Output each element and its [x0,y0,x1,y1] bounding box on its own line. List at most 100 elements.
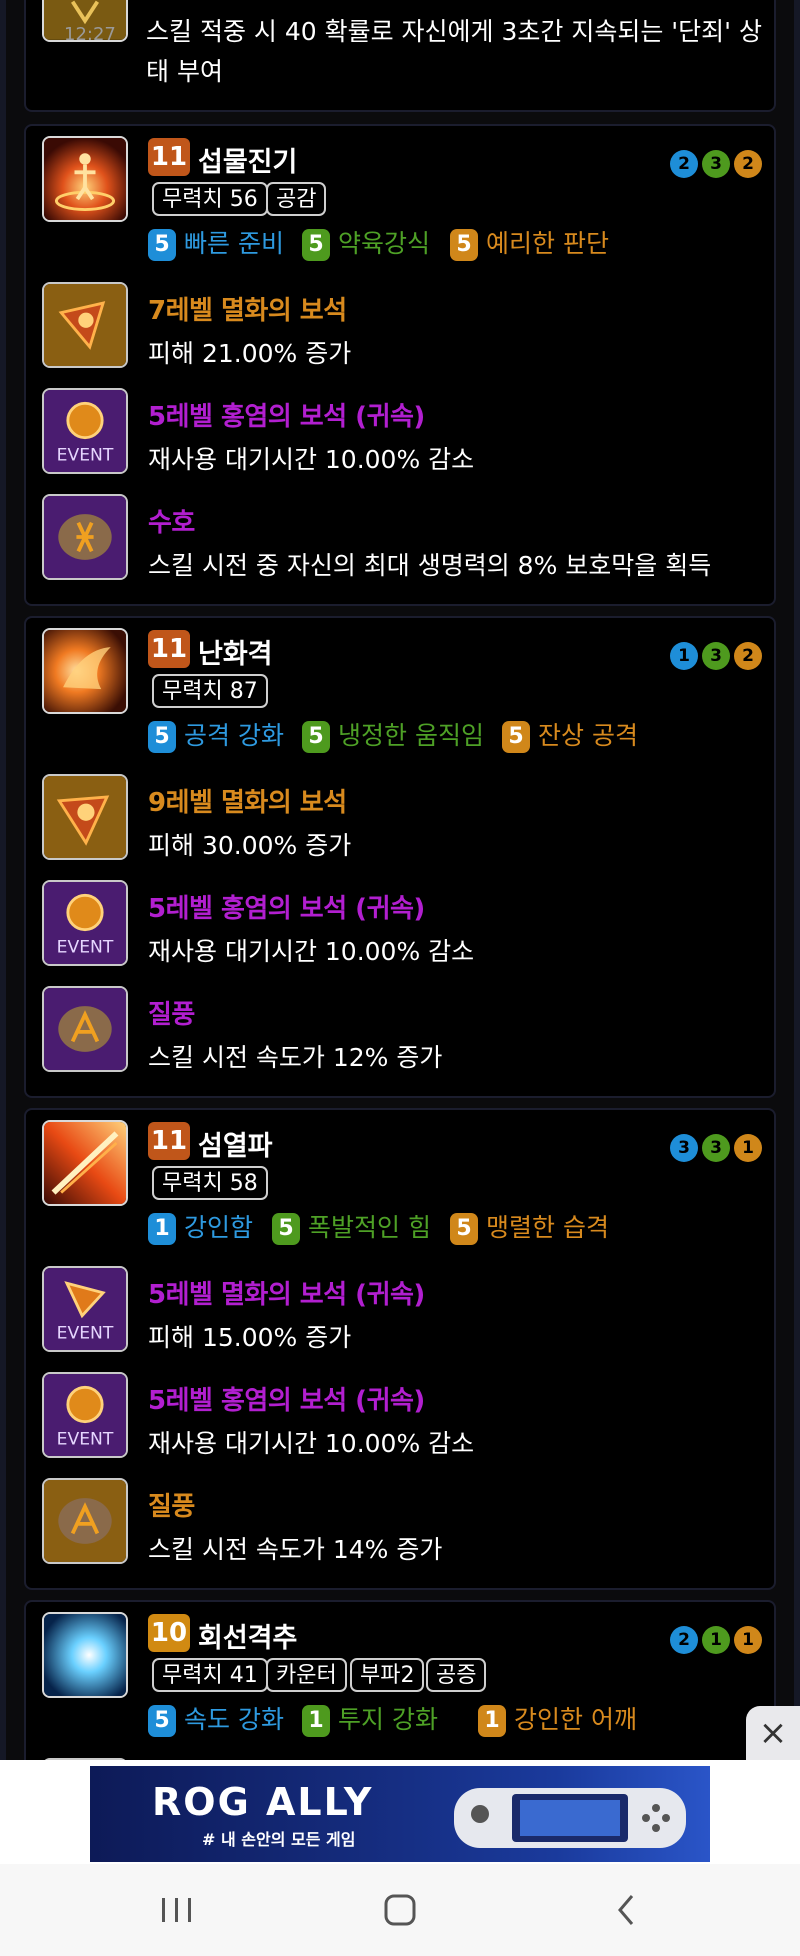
tripod-label: 잔상 공격 [538,721,638,750]
skill-name: 회선격추 [198,1623,298,1654]
tripod-label: 투지 강화 [338,1705,438,1734]
tripod-dot-3: 2 [734,642,762,670]
tripod-label: 냉정한 움직임 [338,721,484,750]
gem-title: 5레벨 홍염의 보석 (귀속) [148,1386,425,1416]
gem-icon: EVENT [42,1372,128,1458]
tripod-level: 1 [148,1213,176,1245]
gem-title: 5레벨 홍염의 보석 (귀속) [148,402,425,432]
skill-card[interactable]: 11 섬열파 무력치 58 3 3 1 1 강인함 5 폭발적인 힘 5 맹렬한 습격… [24,1108,776,1590]
rune-title: 질풍 [148,1000,195,1030]
tripod-3: 1 강인한 어깨 [478,1700,637,1737]
tripod-label: 예리한 판단 [486,229,609,258]
tripod-dot-1: 3 [670,1134,698,1162]
tripod-3: 5 잔상 공격 [502,716,638,753]
gem-desc: 재사용 대기시간 10.00% 감소 [148,445,475,474]
svg-text:EVENT: EVENT [57,1324,114,1344]
tripod-2: 5 냉정한 움직임 [302,716,484,753]
ad-banner-area: ROG ALLY # 내 손안의 모든 게임 [0,1760,800,1864]
rune-desc: 스킬 시전 중 자신의 최대 생명력의 8% 보호막을 획득 [148,551,712,580]
svg-text:EVENT: EVENT [57,938,114,958]
tripod-level: 5 [148,721,176,753]
recent-apps-icon[interactable] [158,1894,196,1926]
skill-tag: 무력치 56 [152,182,268,216]
rune-icon [42,986,128,1072]
tripod-1: 5 속도 강화 [148,1700,284,1737]
skill-icon [42,1120,128,1206]
home-icon[interactable] [382,1892,418,1928]
tripod-3: 5 예리한 판단 [450,224,609,261]
rune-icon [42,1478,128,1564]
tripod-level: 5 [502,721,530,753]
ad-brand: ROG ALLY [152,1780,374,1824]
skill-level-badge: 11 [148,1122,190,1160]
gem-icon: EVENT [42,880,128,966]
tripod-label: 약육강식 [338,229,431,258]
skill-card-partial: 12:27 스킬 적중 시 40 확률로 자신에게 3초간 지속되는 '단죄' … [24,0,776,112]
gem-icon [42,282,128,368]
skill-desc-line: 스킬 적중 시 40 확률로 자신에게 3초간 지속되는 '단죄' 상 [146,17,762,46]
tripod-label: 빠른 준비 [184,229,284,258]
tripod-2: 5 약육강식 [302,224,430,261]
gem-title: 5레벨 홍염의 보석 (귀속) [148,894,425,924]
tripod-dot-1: 1 [670,642,698,670]
back-icon[interactable] [612,1892,640,1928]
skill-level-badge: 11 [148,630,190,668]
left-border [0,0,6,1956]
skill-tag: 부파2 [350,1658,425,1692]
gem-icon: EVENT [42,1266,128,1352]
gem-desc: 피해 30.00% 증가 [148,831,352,860]
tripod-label: 강인함 [184,1213,254,1242]
skill-tag: 공감 [266,182,327,216]
tripod-summary: 2 3 2 [670,150,766,178]
tripod-summary: 1 3 2 [670,642,766,670]
time-overlay: 12:27 [64,24,116,45]
tripod-1: 5 공격 강화 [148,716,284,753]
gem-desc: 피해 15.00% 증가 [148,1323,352,1352]
gem-desc: 재사용 대기시간 10.00% 감소 [148,1429,475,1458]
right-border [794,0,800,1956]
tripod-2: 5 폭발적인 힘 [272,1208,431,1245]
skill-card[interactable]: 11 섭물진기 무력치 56 공감 2 3 2 5 빠른 준비 5 약육강식 5 예리… [24,124,776,606]
tripod-summary: 2 1 1 [670,1626,766,1654]
system-nav-bar [0,1864,800,1956]
tripod-1: 1 강인함 [148,1208,253,1245]
gem-desc: 피해 21.00% 증가 [148,339,352,368]
ad-close-button[interactable]: × [746,1706,800,1762]
svg-text:EVENT: EVENT [57,1430,114,1450]
tripod-2: 1 투지 강화 [302,1700,438,1737]
gem-icon: EVENT [42,388,128,474]
tripod-level: 5 [450,1213,478,1245]
skill-tag: 무력치 87 [152,674,268,708]
skill-name: 섬열파 [198,1131,273,1162]
tripod-dot-1: 2 [670,150,698,178]
rune-icon [42,494,128,580]
tripod-level: 5 [302,229,330,261]
tripod-level: 5 [148,1705,176,1737]
tripod-level: 5 [148,229,176,261]
svg-text:EVENT: EVENT [57,446,114,466]
page: 12:27 스킬 적중 시 40 확률로 자신에게 3초간 지속되는 '단죄' … [0,0,800,1956]
rune-desc: 스킬 시전 속도가 12% 증가 [148,1043,443,1072]
skill-card[interactable]: 10 회선격추 무력치 41 카운터 부파2 공증 2 1 1 5 속도 강화 1… [24,1600,776,1782]
tripod-dot-2: 3 [702,150,730,178]
gem-title: 5레벨 멸화의 보석 (귀속) [148,1280,425,1310]
tripod-label: 맹렬한 습격 [486,1213,609,1242]
skill-icon [42,1612,128,1698]
rune-title: 수호 [148,508,195,538]
tripod-level: 5 [272,1213,300,1245]
skill-name: 난화격 [198,639,273,670]
gem-desc: 재사용 대기시간 10.00% 감소 [148,937,475,966]
tripod-3: 5 맹렬한 습격 [450,1208,609,1245]
tripod-label: 폭발적인 힘 [308,1213,431,1242]
tripod-dot-2: 3 [702,642,730,670]
skill-icon [42,628,128,714]
skill-desc-line: 태 부여 [146,57,223,86]
ad-banner[interactable]: ROG ALLY # 내 손안의 모든 게임 [90,1766,710,1862]
tripod-dot-3: 1 [734,1134,762,1162]
tripod-dot-2: 1 [702,1626,730,1654]
skill-tag: 무력치 58 [152,1166,268,1200]
tripod-dot-3: 2 [734,150,762,178]
rune-title: 질풍 [148,1492,195,1522]
skill-card[interactable]: 11 난화격 무력치 87 1 3 2 5 공격 강화 5 냉정한 움직임 5 잔상 … [24,616,776,1098]
skill-level-badge: 10 [148,1614,190,1652]
